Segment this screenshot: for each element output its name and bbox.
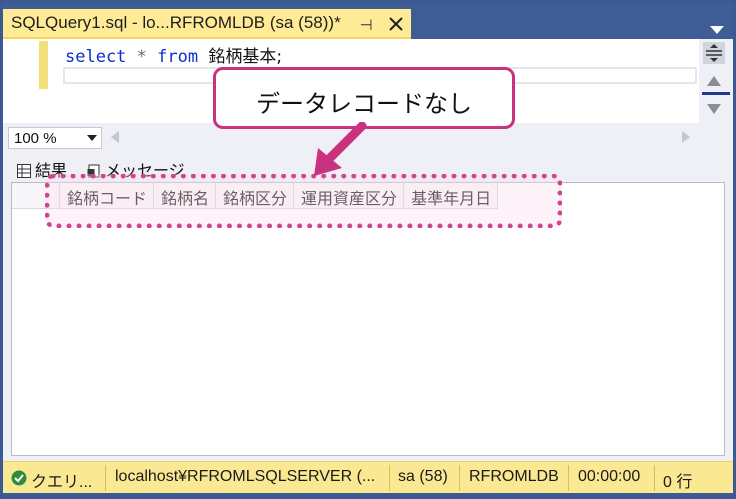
status-user: sa (58) bbox=[398, 468, 448, 485]
code-operator-star: * bbox=[136, 47, 147, 67]
tab-dropdown-icon[interactable] bbox=[709, 25, 725, 35]
check-circle-icon bbox=[11, 470, 27, 486]
chevron-down-icon bbox=[87, 135, 97, 141]
document-tabstrip: SQLQuery1.sql - lo...RFROMLDB (sa (58))*… bbox=[3, 3, 733, 39]
status-server: localhost¥RFROMLSQLSERVER (... bbox=[115, 468, 376, 485]
status-elapsed: 00:00:00 bbox=[578, 468, 641, 485]
annotation-callout-text: データレコードなし bbox=[256, 90, 472, 118]
status-divider bbox=[389, 465, 390, 491]
document-tab[interactable]: SQLQuery1.sql - lo...RFROMLDB (sa (58))*… bbox=[3, 9, 411, 39]
status-database: RFROMLDB bbox=[469, 468, 559, 485]
scroll-down-icon[interactable] bbox=[706, 103, 722, 115]
annotation-arrow bbox=[314, 122, 367, 176]
close-icon[interactable] bbox=[385, 13, 407, 35]
split-icon[interactable] bbox=[703, 42, 725, 64]
zoom-select[interactable]: 100 % bbox=[8, 127, 102, 149]
zoom-value: 100 % bbox=[14, 130, 57, 147]
code-keyword-select: select bbox=[65, 47, 127, 67]
document-tab-title: SQLQuery1.sql - lo...RFROMLDB (sa (58))* bbox=[11, 13, 341, 32]
status-rows: 0 行 bbox=[663, 474, 693, 491]
status-bar: クエリ... localhost¥RFROMLSQLSERVER (... sa… bbox=[3, 461, 733, 493]
status-divider bbox=[459, 465, 460, 491]
code-keyword-from: from bbox=[157, 47, 199, 67]
change-margin bbox=[39, 41, 48, 89]
status-divider bbox=[105, 465, 106, 491]
grid-icon bbox=[17, 164, 31, 178]
annotation-callout: データレコードなし bbox=[213, 67, 515, 129]
pin-icon[interactable]: ⊣ bbox=[357, 16, 375, 34]
status-divider bbox=[654, 465, 655, 491]
scroll-position-marker bbox=[702, 92, 730, 95]
scroll-up-icon[interactable] bbox=[706, 75, 722, 87]
column-header-highlight bbox=[45, 174, 562, 228]
scroll-left-icon[interactable] bbox=[110, 130, 120, 144]
status-divider bbox=[568, 465, 569, 491]
code-line[interactable]: select * from 銘柄基本; bbox=[65, 42, 282, 67]
code-table-name: 銘柄基本; bbox=[208, 47, 283, 67]
scroll-right-icon[interactable] bbox=[681, 130, 691, 144]
status-query: クエリ... bbox=[31, 474, 93, 491]
